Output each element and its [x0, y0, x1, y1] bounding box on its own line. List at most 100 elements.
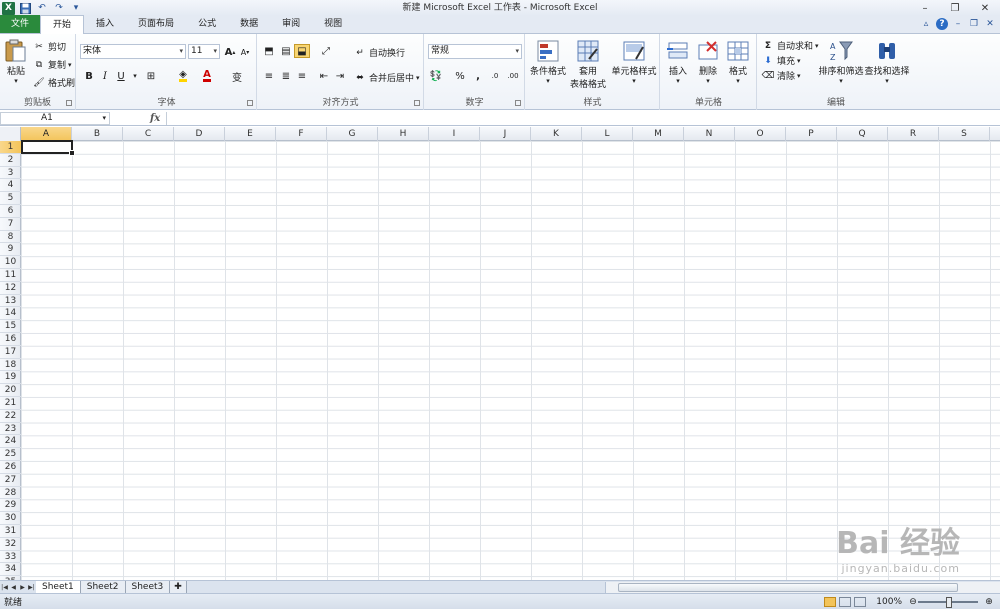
font-launcher-icon[interactable] [247, 100, 253, 106]
row-header[interactable]: 17 [0, 346, 21, 359]
autosum-button[interactable]: Σ 自动求和 ▾ [762, 39, 819, 53]
tab-data[interactable]: 数据 [228, 15, 270, 33]
column-header[interactable]: Q [837, 127, 888, 141]
tab-page-layout[interactable]: 页面布局 [126, 15, 186, 33]
page-layout-view-icon[interactable] [839, 596, 852, 607]
row-header[interactable]: 9 [0, 243, 21, 257]
column-header[interactable]: S [939, 127, 990, 141]
row-header[interactable]: 12 [0, 282, 21, 295]
format-cells-button[interactable]: 格式 ▾ [724, 39, 752, 85]
sheet-tab-1[interactable]: Sheet1 [36, 581, 81, 593]
zoom-level[interactable]: 100% [876, 597, 902, 607]
row-header[interactable]: 8 [0, 231, 21, 244]
italic-button[interactable]: I [97, 69, 113, 83]
grow-font-icon[interactable]: A ▴ [222, 45, 238, 59]
row-header[interactable]: 19 [0, 371, 21, 385]
horizontal-scrollbar[interactable] [605, 582, 1000, 593]
delete-cells-button[interactable]: 删除 ▾ [694, 39, 722, 85]
row-header[interactable]: 24 [0, 435, 21, 449]
column-header[interactable]: O [735, 127, 786, 141]
align-bottom-icon[interactable]: ⬓ [294, 44, 310, 58]
sheet-tab-2[interactable]: Sheet2 [80, 581, 126, 593]
customize-qat-icon[interactable]: ▾ [69, 2, 83, 15]
insert-function-icon[interactable]: fx [150, 113, 160, 124]
column-header[interactable]: P [786, 127, 837, 141]
clear-button[interactable]: ⌫ 清除 ▾ [762, 69, 801, 83]
help-icon[interactable]: ? [936, 18, 948, 30]
row-header[interactable]: 2 [0, 154, 21, 167]
undo-icon[interactable]: ↶ [35, 2, 49, 15]
column-header[interactable]: K [531, 127, 582, 141]
cut-button[interactable]: ✂ 剪切 [33, 40, 66, 54]
new-sheet-icon[interactable]: ✚ [170, 581, 187, 593]
currency-icon[interactable]: 💱 [428, 69, 444, 83]
collapse-ribbon-icon[interactable]: ▵ [920, 18, 932, 30]
row-header[interactable]: 30 [0, 512, 21, 525]
orientation-icon[interactable]: ⤢ [318, 44, 334, 58]
row-header[interactable]: 15 [0, 320, 21, 333]
row-header[interactable]: 11 [0, 269, 21, 282]
minimize-icon[interactable]: – [910, 0, 940, 16]
align-left-icon[interactable]: ≡ [261, 69, 277, 83]
tab-view[interactable]: 视图 [312, 15, 354, 33]
row-header[interactable]: 1 [0, 141, 21, 154]
name-box-dropdown-icon[interactable]: ▾ [102, 113, 106, 124]
cell-styles-button[interactable]: 单元格样式 ▾ [610, 39, 658, 85]
fill-color-icon[interactable]: ◈ [175, 69, 191, 83]
active-cell[interactable] [21, 140, 75, 156]
zoom-in-icon[interactable]: ⊕ [984, 597, 994, 607]
align-top-icon[interactable]: ⬒ [261, 44, 277, 58]
align-right-icon[interactable]: ≡ [294, 69, 310, 83]
alignment-launcher-icon[interactable] [414, 100, 420, 106]
column-header[interactable]: N [684, 127, 735, 141]
page-break-view-icon[interactable] [854, 596, 867, 607]
row-header[interactable]: 14 [0, 307, 21, 321]
wrap-text-button[interactable]: ↵ 自动换行 [354, 46, 405, 60]
tab-home[interactable]: 开始 [40, 15, 85, 34]
phonetic-icon[interactable]: 变 [229, 69, 245, 84]
column-header[interactable]: M [633, 127, 684, 141]
row-header[interactable]: 28 [0, 487, 21, 500]
row-header[interactable]: 23 [0, 423, 21, 436]
tab-formulas[interactable]: 公式 [186, 15, 228, 33]
doc-minimize-icon[interactable]: – [952, 18, 964, 30]
row-header[interactable]: 3 [0, 167, 21, 180]
copy-button[interactable]: ⧉ 复制 ▾ [33, 58, 72, 72]
close-icon[interactable]: ✕ [970, 0, 1000, 16]
row-header[interactable]: 31 [0, 525, 21, 538]
save-icon[interactable] [18, 2, 32, 15]
restore-icon[interactable]: ❐ [940, 0, 970, 16]
normal-view-icon[interactable] [824, 596, 837, 607]
column-header[interactable]: R [888, 127, 939, 141]
number-format-select[interactable]: 常规 ▾ [428, 44, 522, 59]
row-header[interactable]: 20 [0, 384, 21, 397]
underline-dropdown-icon[interactable]: ▾ [127, 69, 143, 83]
insert-cells-button[interactable]: 插入 ▾ [664, 39, 692, 85]
next-sheet-icon[interactable]: ▶ [18, 582, 27, 593]
font-color-icon[interactable]: A [199, 69, 215, 83]
align-center-icon[interactable]: ≣ [278, 69, 294, 83]
decrease-indent-icon[interactable]: ⇤ [316, 69, 332, 83]
doc-restore-icon[interactable]: ❐ [968, 18, 980, 30]
bold-button[interactable]: B [81, 69, 97, 83]
merge-center-button[interactable]: ⬌ 合并后居中 ▾ [354, 71, 419, 85]
row-header[interactable]: 25 [0, 448, 21, 461]
row-header[interactable]: 6 [0, 205, 21, 218]
sheet-tab-3[interactable]: Sheet3 [125, 581, 171, 593]
horizontal-scroll-thumb[interactable] [618, 583, 958, 592]
row-header[interactable]: 18 [0, 359, 21, 372]
font-size-select[interactable]: 11 ▾ [188, 44, 220, 59]
column-header[interactable]: A [21, 127, 72, 141]
redo-icon[interactable]: ↷ [52, 2, 66, 15]
tab-review[interactable]: 审阅 [270, 15, 312, 33]
format-painter-button[interactable]: 🖌 格式刷 [33, 76, 75, 90]
fill-button[interactable]: ⬇ 填充 ▾ [762, 54, 800, 68]
column-header[interactable]: I [429, 127, 480, 141]
row-header[interactable]: 7 [0, 218, 21, 231]
comma-button[interactable]: , [470, 69, 486, 83]
borders-icon[interactable]: ⊞ [143, 69, 159, 83]
row-header[interactable]: 4 [0, 179, 21, 193]
zoom-slider[interactable] [918, 596, 978, 608]
column-header[interactable]: C [123, 127, 174, 141]
row-header[interactable]: 22 [0, 410, 21, 423]
